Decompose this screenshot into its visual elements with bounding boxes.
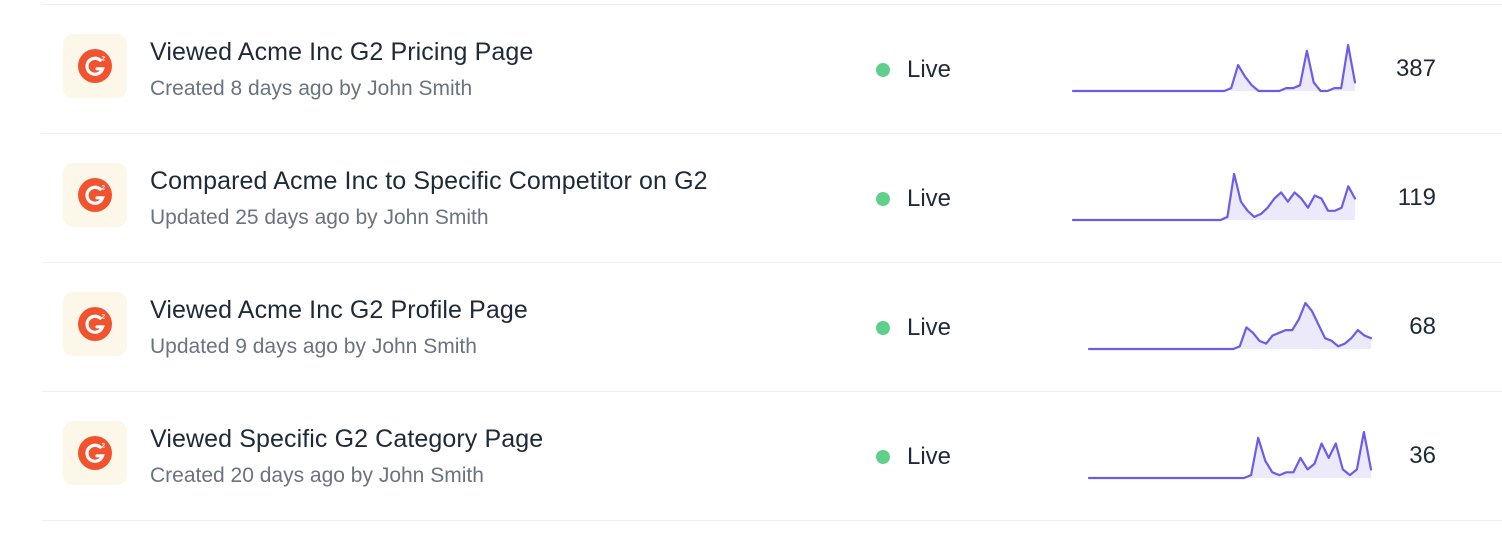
g2-logo-icon: 2 <box>77 177 113 213</box>
status-indicator: Live <box>876 314 951 342</box>
activity-sparkline <box>1087 301 1373 351</box>
visit-count: 119 <box>1397 184 1436 211</box>
g2-logo-tile: 2 <box>63 421 127 485</box>
status-indicator: Live <box>876 56 951 84</box>
g2-logo-icon: 2 <box>77 48 113 84</box>
g2-logo-tile: 2 <box>63 163 127 227</box>
list-item[interactable]: 2 Viewed Acme Inc G2 Pricing Page Create… <box>42 5 1502 134</box>
status-dot-icon <box>876 192 890 206</box>
tracked-pages-list: 2 Viewed Acme Inc G2 Pricing Page Create… <box>42 4 1502 521</box>
g2-logo-icon: 2 <box>77 306 113 342</box>
item-title[interactable]: Viewed Acme Inc G2 Profile Page <box>150 296 528 325</box>
status-indicator: Live <box>876 443 951 471</box>
visit-count: 68 <box>1409 313 1436 340</box>
status-dot-icon <box>876 450 890 464</box>
g2-logo-tile: 2 <box>63 292 127 356</box>
status-indicator: Live <box>876 185 951 213</box>
activity-sparkline <box>1071 43 1357 93</box>
item-meta: Created 20 days ago by John Smith <box>150 464 484 487</box>
svg-text:2: 2 <box>102 443 106 450</box>
svg-text:2: 2 <box>102 314 106 321</box>
item-title[interactable]: Compared Acme Inc to Specific Competitor… <box>150 167 708 196</box>
item-meta: Updated 25 days ago by John Smith <box>150 206 489 229</box>
status-dot-icon <box>876 321 890 335</box>
item-title[interactable]: Viewed Specific G2 Category Page <box>150 425 543 454</box>
status-dot-icon <box>876 63 890 77</box>
status-label: Live <box>907 56 952 83</box>
status-label: Live <box>907 443 952 470</box>
visit-count: 387 <box>1395 55 1436 82</box>
visit-count: 36 <box>1409 442 1436 469</box>
sparkline-area <box>1224 45 1355 91</box>
item-meta: Created 8 days ago by John Smith <box>150 77 473 100</box>
svg-text:2: 2 <box>102 185 106 192</box>
g2-logo-icon: 2 <box>77 435 113 471</box>
status-label: Live <box>907 314 952 341</box>
status-label: Live <box>907 185 952 212</box>
activity-sparkline <box>1087 430 1373 480</box>
g2-logo-tile: 2 <box>63 34 127 98</box>
list-item[interactable]: 2 Viewed Acme Inc G2 Profile Page Update… <box>42 263 1502 392</box>
svg-text:2: 2 <box>102 56 106 63</box>
list-item[interactable]: 2 Viewed Specific G2 Category Page Creat… <box>42 392 1502 521</box>
item-title[interactable]: Viewed Acme Inc G2 Pricing Page <box>150 38 533 67</box>
list-item[interactable]: 2 Compared Acme Inc to Specific Competit… <box>42 134 1502 263</box>
activity-sparkline <box>1071 172 1357 222</box>
item-meta: Updated 9 days ago by John Smith <box>150 335 477 358</box>
